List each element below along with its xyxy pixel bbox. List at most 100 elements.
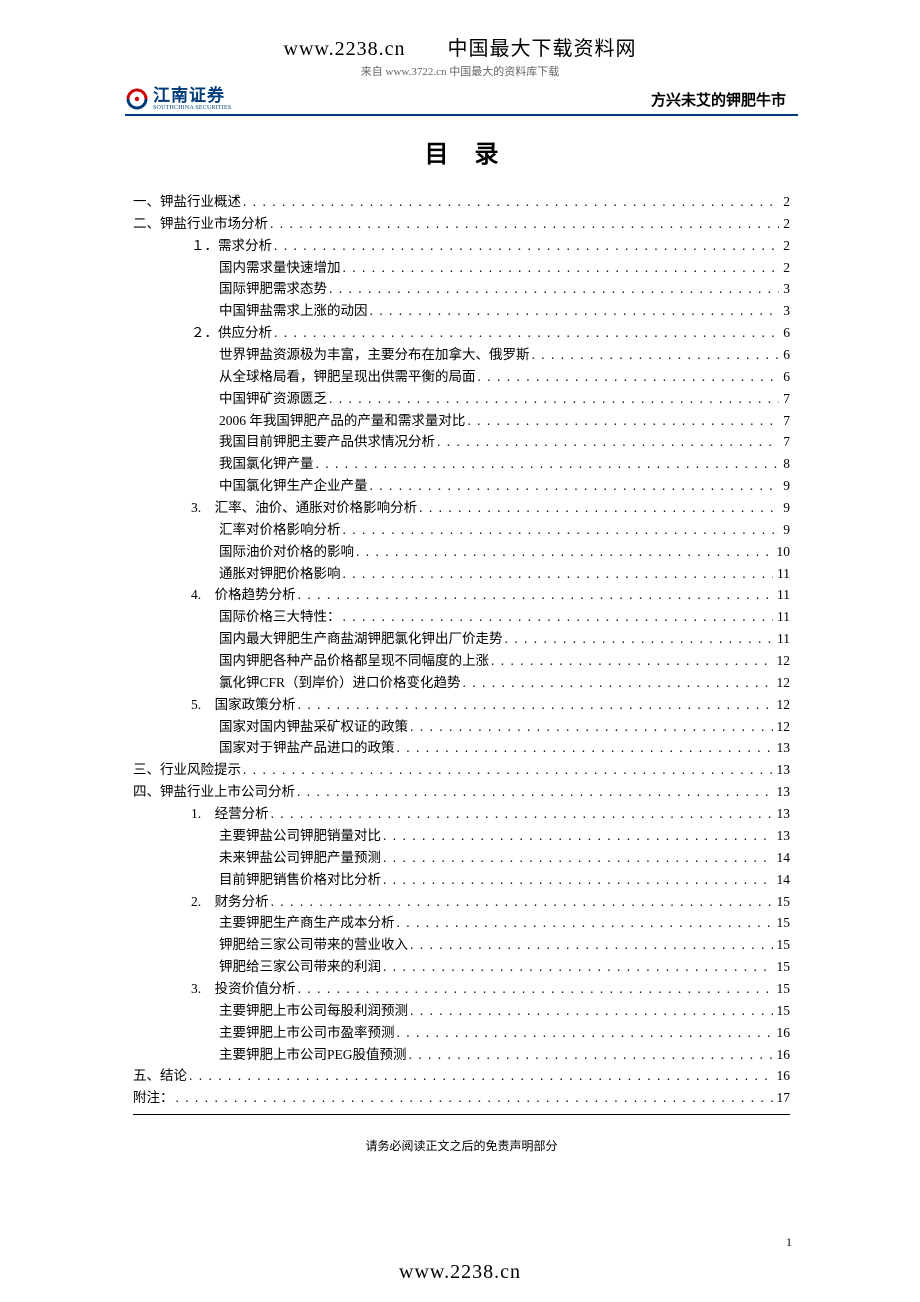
toc-leader-dots bbox=[327, 278, 779, 300]
toc-leader-dots bbox=[368, 475, 780, 497]
toc-leader-dots bbox=[295, 781, 773, 803]
toc-leader-dots bbox=[395, 912, 773, 934]
toc-leader-dots bbox=[530, 344, 780, 366]
toc-leader-dots bbox=[381, 869, 773, 891]
toc-entry-page: 6 bbox=[779, 366, 790, 388]
toc-leader-dots bbox=[268, 213, 779, 235]
toc-entry-label: 氯化钾CFR（到岸价）进口价格变化趋势 bbox=[219, 672, 461, 694]
toc-entry-label: 3. 投资价值分析 bbox=[191, 978, 296, 1000]
logo-text-cn: 江南证券 bbox=[153, 86, 225, 105]
toc-entry: 国家对于钾盐产品进口的政策 13 bbox=[133, 737, 790, 759]
toc-leader-dots bbox=[314, 453, 780, 475]
toc-entry-label: 目前钾肥销售价格对比分析 bbox=[219, 869, 381, 891]
toc-entry-page: 2 bbox=[779, 191, 790, 213]
toc-entry-label: 主要钾盐公司钾肥销量对比 bbox=[219, 825, 381, 847]
toc-entry-label: 国家对于钾盐产品进口的政策 bbox=[219, 737, 395, 759]
bottom-rule bbox=[133, 1114, 790, 1115]
toc-entry-label: 中国钾盐需求上涨的动因 bbox=[219, 300, 368, 322]
toc-entry: 主要钾盐公司钾肥销量对比 13 bbox=[133, 825, 790, 847]
toc-entry: 主要钾肥上市公司每股利润预测15 bbox=[133, 1000, 790, 1022]
toc-entry-label: 五、结论 bbox=[133, 1065, 187, 1087]
toc-entry: 二、钾盐行业市场分析2 bbox=[133, 213, 790, 235]
toc-entry-page: 7 bbox=[779, 431, 790, 453]
toc-entry-page: 12 bbox=[773, 716, 791, 738]
toc-entry-page: 11 bbox=[773, 606, 790, 628]
toc-entry-page: 16 bbox=[773, 1065, 791, 1087]
toc-entry-label: 1. 经营分析 bbox=[191, 803, 269, 825]
toc-entry: 中国钾矿资源匮乏 7 bbox=[133, 388, 790, 410]
toc-entry-label: 国内需求量快速增加 bbox=[219, 257, 341, 279]
toc-entry-label: 4. 价格趋势分析 bbox=[191, 584, 296, 606]
toc-entry-label: 通胀对钾肥价格影响 bbox=[219, 563, 341, 585]
toc-leader-dots bbox=[417, 497, 779, 519]
toc-entry-page: 9 bbox=[779, 475, 790, 497]
toc-leader-dots bbox=[341, 606, 774, 628]
toc-leader-dots bbox=[407, 1044, 773, 1066]
toc-entry-page: 13 bbox=[773, 759, 791, 781]
toc-entry-page: 13 bbox=[773, 781, 791, 803]
toc-leader-dots bbox=[395, 1022, 773, 1044]
toc-leader-dots bbox=[187, 1065, 773, 1087]
toc-entry-page: 13 bbox=[773, 825, 791, 847]
toc-leader-dots bbox=[381, 847, 773, 869]
toc-entry-page: 15 bbox=[773, 934, 791, 956]
document-title: 方兴未艾的钾肥牛市 bbox=[651, 89, 798, 110]
toc-entry: 我国目前钾肥主要产品供求情况分析7 bbox=[133, 431, 790, 453]
toc-entry: 国内最大钾肥生产商盐湖钾肥氯化钾出厂价走势11 bbox=[133, 628, 790, 650]
toc-leader-dots bbox=[341, 563, 774, 585]
toc-leader-dots bbox=[269, 803, 773, 825]
toc-entry-page: 11 bbox=[773, 628, 790, 650]
toc-entry-page: 13 bbox=[773, 803, 791, 825]
toc-leader-dots bbox=[381, 825, 773, 847]
toc-entry: 我国氯化钾产量8 bbox=[133, 453, 790, 475]
toc-entry: 三、行业风险提示13 bbox=[133, 759, 790, 781]
toc-entry-page: 12 bbox=[773, 694, 791, 716]
toc-entry: 2006 年我国钾肥产品的产量和需求量对比7 bbox=[133, 410, 790, 432]
toc-entry: 国内钾肥各种产品价格都呈现不同幅度的上涨12 bbox=[133, 650, 790, 672]
toc-entry: 汇率对价格影响分析9 bbox=[133, 519, 790, 541]
toc-entry-label: 中国钾矿资源匮乏 bbox=[219, 388, 327, 410]
watermark-sub: 来自 www.3722.cn 中国最大的资料库下载 bbox=[0, 61, 920, 79]
toc-leader-dots bbox=[241, 191, 779, 213]
toc-leader-dots bbox=[408, 934, 773, 956]
toc-entry: 4. 价格趋势分析11 bbox=[133, 584, 790, 606]
toc-entry-page: 2 bbox=[779, 235, 790, 257]
toc-entry: 未来钾盐公司钾肥产量预测14 bbox=[133, 847, 790, 869]
toc-leader-dots bbox=[381, 956, 773, 978]
toc-entry-label: 国际钾肥需求态势 bbox=[219, 278, 327, 300]
toc-leader-dots bbox=[354, 541, 773, 563]
toc-entry-label: ２．供应分析 bbox=[191, 322, 272, 344]
toc-entry: 3. 汇率、油价、通胀对价格影响分析9 bbox=[133, 497, 790, 519]
toc-entry-page: 15 bbox=[773, 1000, 791, 1022]
toc-leader-dots bbox=[272, 322, 779, 344]
toc-entry-page: 6 bbox=[779, 322, 790, 344]
watermark-bottom: www.2238.cn bbox=[0, 1261, 920, 1284]
toc-entry-label: 汇率对价格影响分析 bbox=[219, 519, 341, 541]
toc-leader-dots bbox=[341, 257, 780, 279]
toc-entry-label: 国际油价对价格的影响 bbox=[219, 541, 354, 563]
toc-entry-label: 国内钾肥各种产品价格都呈现不同幅度的上涨 bbox=[219, 650, 489, 672]
toc-entry-label: 主要钾肥生产商生产成本分析 bbox=[219, 912, 395, 934]
toc-entry: 一、钾盐行业概述2 bbox=[133, 191, 790, 213]
toc-entry: 国际油价对价格的影响 10 bbox=[133, 541, 790, 563]
logo-text-en: SOUTHCHINA SECURITIES bbox=[153, 105, 231, 111]
toc-entry: 国际价格三大特性：11 bbox=[133, 606, 790, 628]
toc-entry: ２．供应分析 6 bbox=[133, 322, 790, 344]
toc-entry-label: 二、钾盐行业市场分析 bbox=[133, 213, 268, 235]
toc-entry-page: 15 bbox=[773, 912, 791, 934]
toc-entry-page: 7 bbox=[779, 388, 790, 410]
toc-entry-page: 14 bbox=[773, 869, 791, 891]
toc-entry: 五、结论 16 bbox=[133, 1065, 790, 1087]
toc-leader-dots bbox=[296, 978, 773, 1000]
toc-entry: 3. 投资价值分析15 bbox=[133, 978, 790, 1000]
toc-entry-page: 10 bbox=[773, 541, 791, 563]
toc-leader-dots bbox=[503, 628, 774, 650]
toc-entry: 从全球格局看，钾肥呈现出供需平衡的局面6 bbox=[133, 366, 790, 388]
toc-entry-label: 2. 财务分析 bbox=[191, 891, 269, 913]
toc-entry-page: 16 bbox=[773, 1022, 791, 1044]
toc-entry-page: 14 bbox=[773, 847, 791, 869]
toc-entry-page: 13 bbox=[773, 737, 791, 759]
toc-entry-page: 15 bbox=[773, 956, 791, 978]
toc-entry-label: 钾肥给三家公司带来的营业收入 bbox=[219, 934, 408, 956]
toc-entry-page: 3 bbox=[779, 278, 790, 300]
